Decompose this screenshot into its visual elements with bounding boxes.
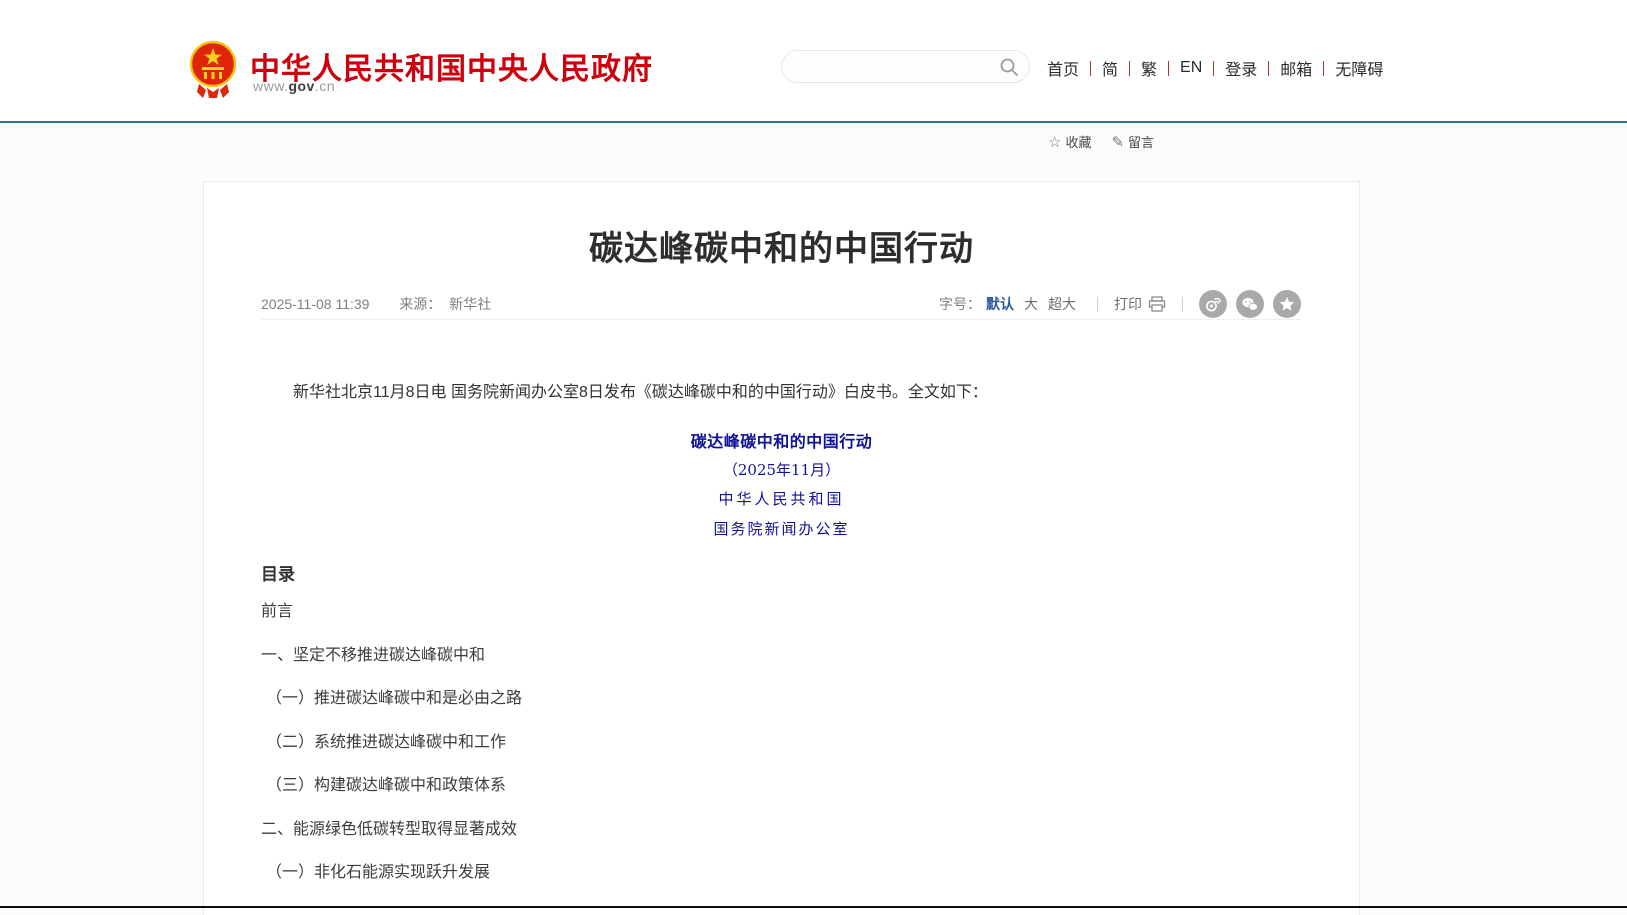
weibo-share-button[interactable] <box>1199 290 1227 318</box>
fontsize-xlarge-button[interactable]: 超大 <box>1048 294 1076 314</box>
fontsize-large-button[interactable]: 大 <box>1024 294 1038 314</box>
site-url-suffix: .cn <box>315 78 335 94</box>
article-meta-right: 字号： 默认 大 超大 打印 <box>939 290 1301 318</box>
site-url-gov: gov <box>288 78 314 94</box>
nav-separator <box>1129 61 1130 76</box>
nav-login[interactable]: 登录 <box>1218 56 1264 80</box>
nav-separator <box>1323 61 1324 76</box>
nav-separator <box>1168 61 1169 76</box>
top-navigation: 首页 简 繁 EN 登录 邮箱 无障碍 <box>1040 56 1390 80</box>
print-button[interactable]: 打印 <box>1114 294 1166 314</box>
share-icons <box>1199 290 1301 318</box>
printer-icon <box>1148 296 1166 312</box>
meta-separator <box>1097 297 1098 312</box>
site-url: www.gov.cn <box>253 78 335 94</box>
document-org-line2: 国务院新闻办公室 <box>204 518 1359 539</box>
search-input[interactable] <box>796 51 991 82</box>
print-label: 打印 <box>1114 294 1142 314</box>
toc-item: 二、能源绿色低碳转型取得显著成效 <box>261 821 522 865</box>
star-icon <box>1278 295 1296 313</box>
emblem-icon <box>189 40 237 102</box>
wechat-share-button[interactable] <box>1236 290 1264 318</box>
nav-separator <box>1268 61 1269 76</box>
site-header: 中华人民共和国中央人民政府 www.gov.cn 首页 简 繁 EN 登录 邮箱… <box>0 0 1627 121</box>
toc-item: （二）系统推进碳达峰碳中和工作 <box>261 734 522 778</box>
article-card: 碳达峰碳中和的中国行动 2025-11-08 11:39 来源： 新华社 字号：… <box>203 181 1360 915</box>
page-root: 中华人民共和国中央人民政府 www.gov.cn 首页 简 繁 EN 登录 邮箱… <box>0 0 1627 915</box>
toc-item: （一）非化石能源实现跃升发展 <box>261 864 522 908</box>
toc-item: 前言 <box>261 603 522 647</box>
article-title: 碳达峰碳中和的中国行动 <box>204 221 1359 270</box>
pencil-icon: ✎ <box>1111 133 1124 151</box>
document-org-line1: 中华人民共和国 <box>204 488 1359 509</box>
toc-item: （三）构建碳达峰碳中和政策体系 <box>261 777 522 821</box>
star-outline-icon: ☆ <box>1048 133 1061 151</box>
nav-home[interactable]: 首页 <box>1040 56 1086 80</box>
bottom-border-line <box>0 906 1627 908</box>
weibo-icon <box>1204 295 1222 313</box>
page-actions: ☆收藏 ✎留言 <box>1048 132 1154 151</box>
search-box <box>781 50 1030 83</box>
favorite-label: 收藏 <box>1065 132 1091 151</box>
article-meta-row: 2025-11-08 11:39 来源： 新华社 字号： 默认 大 超大 打印 <box>261 290 1301 320</box>
toc-item: （一）推进碳达峰碳中和是必由之路 <box>261 690 522 734</box>
article-source: 新华社 <box>449 296 491 312</box>
article-date: 2025-11-08 11:39 <box>261 296 369 312</box>
nav-accessibility[interactable]: 无障碍 <box>1328 56 1390 80</box>
nav-simplified[interactable]: 简 <box>1095 56 1125 80</box>
national-emblem-logo[interactable] <box>189 40 237 102</box>
table-of-contents: 前言 一、坚定不移推进碳达峰碳中和 （一）推进碳达峰碳中和是必由之路 （二）系统… <box>261 603 522 908</box>
search-icon[interactable] <box>999 57 1019 77</box>
fontsize-default-button[interactable]: 默认 <box>986 294 1014 314</box>
site-url-prefix: www. <box>253 78 288 94</box>
toc-heading: 目录 <box>261 560 295 585</box>
nav-separator <box>1090 61 1091 76</box>
fontsize-label: 字号： <box>939 294 981 314</box>
favorite-share-button[interactable] <box>1273 290 1301 318</box>
source-label: 来源： <box>399 296 441 312</box>
message-label: 留言 <box>1128 132 1154 151</box>
meta-separator <box>1182 297 1183 312</box>
lead-paragraph: 新华社北京11月8日电 国务院新闻办公室8日发布《碳达峰碳中和的中国行动》白皮书… <box>261 380 1161 406</box>
nav-traditional[interactable]: 繁 <box>1134 56 1164 80</box>
message-button[interactable]: ✎留言 <box>1111 132 1154 151</box>
document-date-line: （2025年11月） <box>204 459 1359 480</box>
nav-mail[interactable]: 邮箱 <box>1273 56 1319 80</box>
article-meta-left: 2025-11-08 11:39 来源： 新华社 <box>261 294 491 314</box>
toc-item: 一、坚定不移推进碳达峰碳中和 <box>261 647 522 691</box>
favorite-button[interactable]: ☆收藏 <box>1048 132 1091 151</box>
document-title: 碳达峰碳中和的中国行动 <box>204 428 1359 452</box>
nav-english[interactable]: EN <box>1173 59 1209 77</box>
wechat-icon <box>1241 295 1259 313</box>
nav-separator <box>1213 61 1214 76</box>
